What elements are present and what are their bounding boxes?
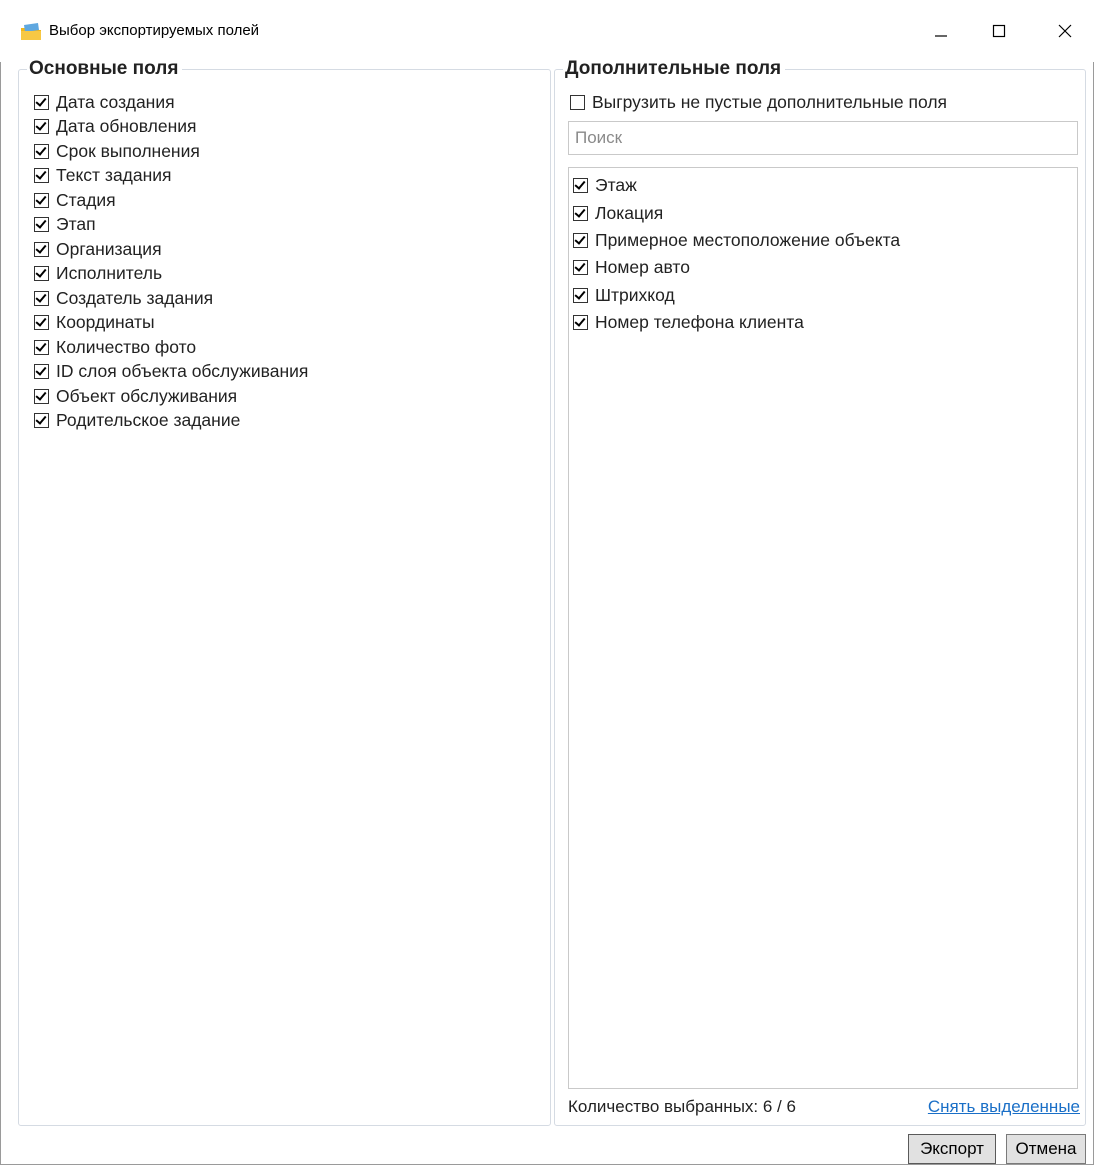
field-checkbox[interactable] [34,217,49,233]
extra-fields-list: Этаж Локация Примерное местоположение объе… [573,172,900,336]
field-checkbox-row[interactable]: Объект обслуживания [34,384,308,409]
export-nonempty-checkbox[interactable] [570,94,585,110]
export-button[interactable]: Экспорт [908,1134,996,1164]
field-checkbox[interactable] [34,119,49,135]
maximize-button[interactable] [976,12,1022,50]
field-checkbox-label: Номер авто [595,257,690,278]
export-nonempty-label: Выгрузить не пустые дополнительные поля [592,91,948,112]
field-checkbox-row[interactable]: Примерное местоположение объекта [573,227,900,254]
main-fields-group: Основные поля Дата создания Дата обновлен… [18,57,551,1126]
field-checkbox-label: Организация [56,238,162,259]
field-checkbox-row[interactable]: Штрихкод [573,282,900,309]
field-checkbox[interactable] [34,168,49,184]
field-checkbox[interactable] [34,241,49,257]
export-nonempty-checkbox-row[interactable]: Выгрузить не пустые дополнительные поля [570,90,947,115]
field-checkbox-row[interactable]: Дата создания [34,90,308,115]
field-checkbox-label: Объект обслуживания [56,385,238,406]
field-checkbox-row[interactable]: Организация [34,237,308,262]
field-checkbox[interactable] [573,178,588,194]
field-checkbox-label: Текст задания [56,165,172,186]
field-checkbox[interactable] [34,290,49,306]
field-checkbox[interactable] [573,260,588,276]
field-checkbox-row[interactable]: Этаж [573,172,900,199]
field-checkbox-label: Дата обновления [56,116,197,137]
field-checkbox[interactable] [573,205,588,221]
maximize-icon [992,24,1006,38]
field-checkbox-label: Координаты [56,312,155,333]
cancel-button[interactable]: Отмена [1006,1134,1086,1164]
field-checkbox-row[interactable]: Номер телефона клиента [573,309,900,336]
field-checkbox[interactable] [34,192,49,208]
field-checkbox-label: Штрихкод [595,284,675,305]
field-checkbox-label: Этаж [595,175,637,196]
field-checkbox-row[interactable]: Родительское задание [34,409,308,434]
field-checkbox-label: ID слоя объекта обслуживания [56,361,309,382]
field-checkbox-label: Этап [56,214,96,235]
field-checkbox-label: Номер телефона клиента [595,312,804,333]
field-checkbox-row[interactable]: Номер авто [573,254,900,281]
field-checkbox-row[interactable]: Исполнитель [34,262,308,287]
minimize-button[interactable] [918,12,964,50]
field-checkbox[interactable] [573,287,588,303]
field-checkbox[interactable] [34,94,49,110]
field-checkbox-row[interactable]: Текст задания [34,164,308,189]
field-checkbox[interactable] [34,339,49,355]
field-checkbox-label: Стадия [56,189,116,210]
field-checkbox-row[interactable]: Срок выполнения [34,139,308,164]
field-checkbox-label: Локация [595,202,664,223]
main-fields-title: Основные поля [27,57,183,81]
field-checkbox[interactable] [34,143,49,159]
extra-fields-listbox[interactable]: Этаж Локация Примерное местоположение объе… [568,167,1078,1089]
app-folder-icon [20,21,42,41]
extra-fields-group: Дополнительные поля Выгрузить не пустые … [554,57,1086,1126]
field-checkbox-row[interactable]: Координаты [34,311,308,336]
field-checkbox-row[interactable]: Создатель задания [34,286,308,311]
main-fields-list: Дата создания Дата обновления Срок выполне… [34,90,308,433]
field-checkbox[interactable] [34,315,49,331]
field-checkbox-label: Количество фото [56,336,197,357]
selected-count-label: Количество выбранных: 6 / 6 [568,1097,796,1116]
window-title: Выбор экспортируемых полей [49,22,260,39]
field-checkbox-row[interactable]: Стадия [34,188,308,213]
field-checkbox-label: Дата создания [56,91,175,112]
field-checkbox-row[interactable]: ID слоя объекта обслуживания [34,360,308,385]
field-checkbox[interactable] [34,388,49,404]
field-checkbox-row[interactable]: Локация [573,199,900,226]
field-checkbox-label: Создатель задания [56,287,214,308]
close-button[interactable] [1042,12,1088,50]
clear-selection-link[interactable]: Снять выделенные [928,1097,1080,1117]
field-checkbox[interactable] [34,364,49,380]
title-bar: Выбор экспортируемых полей [0,0,1094,62]
field-checkbox-row[interactable]: Этап [34,213,308,238]
search-input[interactable] [569,122,1077,154]
field-checkbox-row[interactable]: Количество фото [34,335,308,360]
search-box[interactable] [568,121,1078,155]
close-icon [1058,24,1072,38]
field-checkbox[interactable] [34,413,49,429]
field-checkbox-row[interactable]: Дата обновления [34,115,308,140]
field-checkbox-label: Примерное местоположение объекта [595,229,901,250]
field-checkbox-label: Исполнитель [56,263,163,284]
field-checkbox[interactable] [573,315,588,331]
minimize-icon [935,35,947,37]
field-checkbox[interactable] [34,266,49,282]
field-checkbox[interactable] [573,232,588,248]
field-checkbox-label: Родительское задание [56,410,241,431]
extra-fields-title: Дополнительные поля [563,57,786,81]
field-checkbox-label: Срок выполнения [56,140,200,161]
